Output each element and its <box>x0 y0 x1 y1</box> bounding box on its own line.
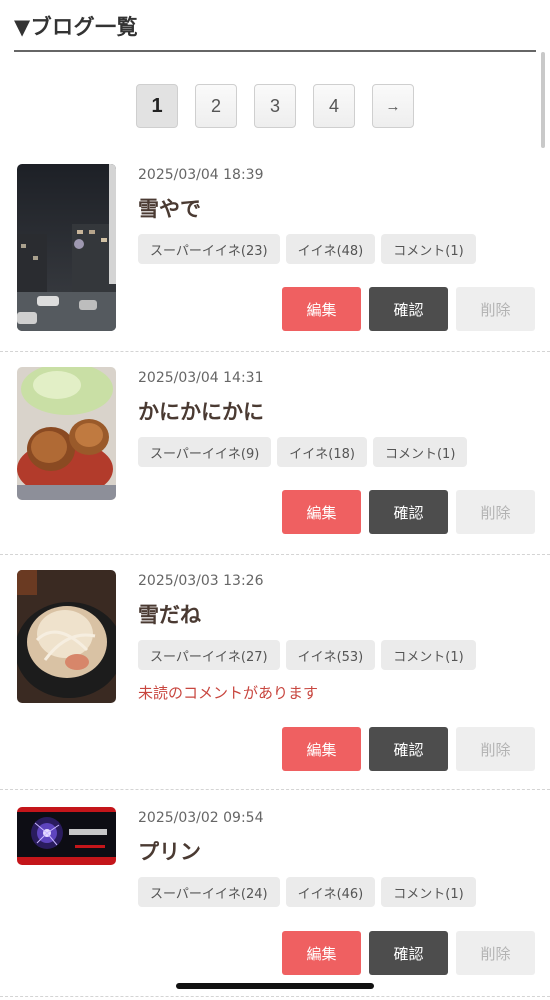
comment-count: コメント(1) <box>381 877 476 907</box>
like-count: イイネ(18) <box>277 437 367 467</box>
page-button-3[interactable]: 3 <box>254 84 296 128</box>
scrollbar[interactable] <box>541 52 545 148</box>
blog-post: 2025/03/02 09:54 プリン スーパーイイネ(24) イイネ(46)… <box>0 807 550 997</box>
page-title: ▼ブログ一覧 <box>14 15 139 39</box>
post-date: 2025/03/03 13:26 <box>138 573 264 589</box>
blog-post: 2025/03/03 13:26 雪だね スーパーイイネ(27) イイネ(53)… <box>0 570 550 790</box>
post-actions: 編集 確認 削除 <box>282 287 535 331</box>
post-actions: 編集 確認 削除 <box>282 931 535 975</box>
post-actions: 編集 確認 削除 <box>282 490 535 534</box>
view-button[interactable]: 確認 <box>369 490 448 534</box>
section-header: ▼ブログ一覧 <box>14 14 536 52</box>
page-button-2[interactable]: 2 <box>195 84 237 128</box>
post-reactions: スーパーイイネ(27) イイネ(53) コメント(1) <box>138 640 476 670</box>
comment-count: コメント(1) <box>381 234 476 264</box>
edit-button[interactable]: 編集 <box>282 287 361 331</box>
post-title[interactable]: 雪やで <box>138 193 201 223</box>
super-like-count: スーパーイイネ(24) <box>138 877 280 907</box>
post-date: 2025/03/04 18:39 <box>138 167 264 183</box>
delete-button[interactable]: 削除 <box>456 287 535 331</box>
blog-post: 2025/03/04 18:39 雪やで スーパーイイネ(23) イイネ(48)… <box>0 164 550 352</box>
like-count: イイネ(46) <box>285 877 376 907</box>
post-reactions: スーパーイイネ(24) イイネ(46) コメント(1) <box>138 877 476 907</box>
post-date: 2025/03/02 09:54 <box>138 810 264 826</box>
super-like-count: スーパーイイネ(9) <box>138 437 272 467</box>
post-thumbnail-plasma-ball[interactable] <box>17 807 116 865</box>
post-title[interactable]: 雪だね <box>138 599 201 629</box>
post-reactions: スーパーイイネ(9) イイネ(18) コメント(1) <box>138 437 468 467</box>
like-count: イイネ(48) <box>285 234 376 264</box>
comment-count: コメント(1) <box>381 640 476 670</box>
post-thumbnail-noodle-dish[interactable] <box>17 570 116 703</box>
like-count: イイネ(53) <box>285 640 376 670</box>
post-date: 2025/03/04 14:31 <box>138 370 264 386</box>
page-button-1[interactable]: 1 <box>136 84 178 128</box>
super-like-count: スーパーイイネ(23) <box>138 234 280 264</box>
super-like-count: スーパーイイネ(27) <box>138 640 280 670</box>
view-button[interactable]: 確認 <box>369 727 448 771</box>
post-title[interactable]: プリン <box>138 836 201 866</box>
page-button-4[interactable]: 4 <box>313 84 355 128</box>
pagination: 1 2 3 4 → <box>136 84 414 128</box>
post-reactions: スーパーイイネ(23) イイネ(48) コメント(1) <box>138 234 476 264</box>
edit-button[interactable]: 編集 <box>282 931 361 975</box>
blog-post: 2025/03/04 14:31 かにかにかに スーパーイイネ(9) イイネ(1… <box>0 367 550 555</box>
view-button[interactable]: 確認 <box>369 931 448 975</box>
delete-button[interactable]: 削除 <box>456 931 535 975</box>
next-page-button[interactable]: → <box>372 84 414 128</box>
comment-count: コメント(1) <box>372 437 468 467</box>
delete-button[interactable]: 削除 <box>456 490 535 534</box>
home-indicator[interactable] <box>176 983 374 989</box>
edit-button[interactable]: 編集 <box>282 727 361 771</box>
post-actions: 編集 確認 削除 <box>282 727 535 771</box>
edit-button[interactable]: 編集 <box>282 490 361 534</box>
post-thumbnail-snowy-city[interactable] <box>17 164 116 331</box>
view-button[interactable]: 確認 <box>369 287 448 331</box>
post-title[interactable]: かにかにかに <box>138 396 264 426</box>
post-thumbnail-crab-croquette[interactable] <box>17 367 116 500</box>
unread-comment-notice[interactable]: 未読のコメントがあります <box>138 682 318 703</box>
delete-button[interactable]: 削除 <box>456 727 535 771</box>
